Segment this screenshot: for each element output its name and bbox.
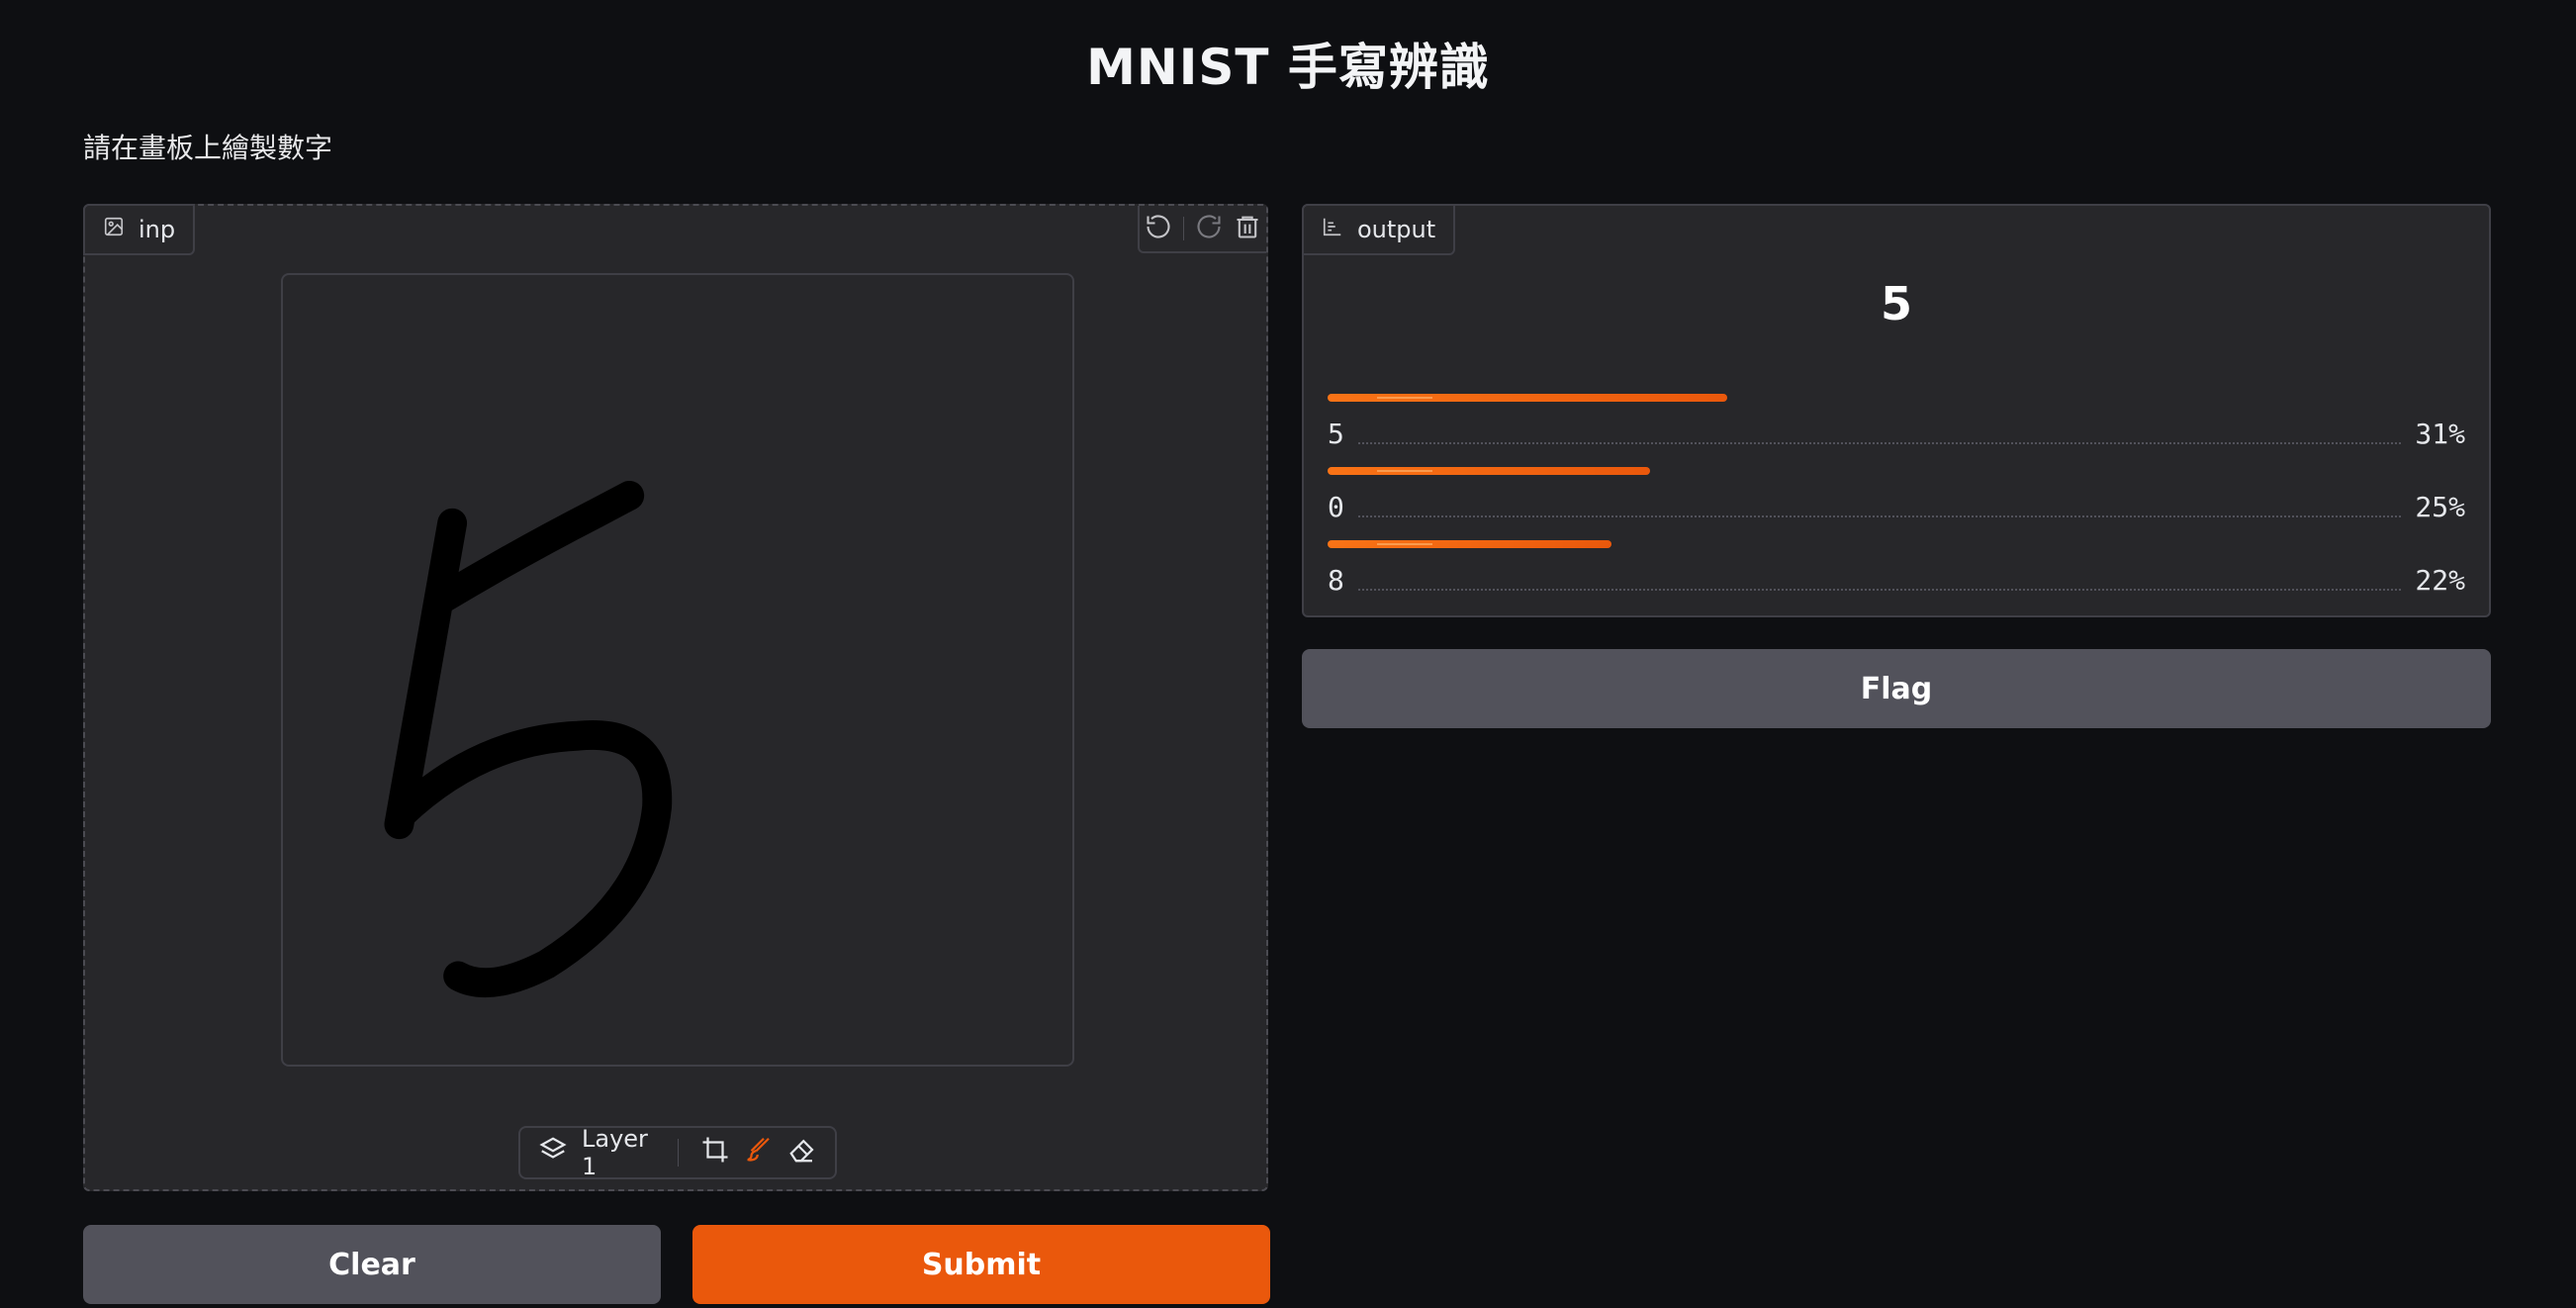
dotted-leader [1357,442,2402,444]
drawn-stroke [386,720,673,998]
output-panel: output 5 5 31% 0 25% 8 22% [1302,204,2491,617]
layer-label[interactable]: Layer 1 [582,1125,656,1180]
trash-icon[interactable] [1234,213,1261,244]
history-toolbar [1138,206,1266,253]
confidence-bar [1328,540,1611,548]
dotted-leader [1357,589,2402,591]
confidence-label: 8 [1328,563,1344,597]
confidence-percent: 22% [2415,563,2465,597]
layers-icon[interactable] [538,1135,568,1170]
confidence-row: 0 25% [1328,467,2465,540]
input-panel-label: inp [83,204,196,255]
page-title: MNIST 手寫辨識 [1086,39,1490,96]
output-panel-label: output [1302,204,1456,255]
dotted-leader [1357,515,2402,517]
sketchpad-panel: inp Layer 1 [83,204,1268,1191]
description-text: 請在畫板上繪製數字 [83,132,333,164]
confidence-percent: 31% [2415,417,2465,450]
eraser-icon[interactable] [787,1135,817,1170]
redo-icon[interactable] [1195,213,1223,244]
layer-toolbar: Layer 1 [518,1125,837,1180]
bar-chart-icon [1322,216,1343,243]
undo-icon[interactable] [1145,213,1172,244]
drawn-stroke [425,480,645,615]
confidence-row: 5 31% [1328,394,2465,467]
image-icon [103,216,125,243]
confidence-percent: 25% [2415,490,2465,523]
crop-icon[interactable] [700,1135,730,1170]
output-label-text: output [1357,216,1436,243]
confidence-bar [1328,394,1727,402]
toolbar-divider [1183,217,1185,240]
confidence-label: 5 [1328,417,1344,450]
confidence-bar [1328,467,1650,475]
input-label-text: inp [138,216,176,243]
drawing-canvas[interactable] [281,273,1074,1067]
submit-button[interactable]: Submit [692,1225,1270,1304]
brush-icon[interactable] [744,1135,774,1170]
confidence-label: 0 [1328,490,1344,523]
predicted-label: 5 [1880,277,1912,330]
toolbar-divider [678,1139,679,1167]
confidence-row: 8 22% [1328,540,2465,613]
clear-button[interactable]: Clear [83,1225,661,1304]
flag-button[interactable]: Flag [1302,649,2491,728]
